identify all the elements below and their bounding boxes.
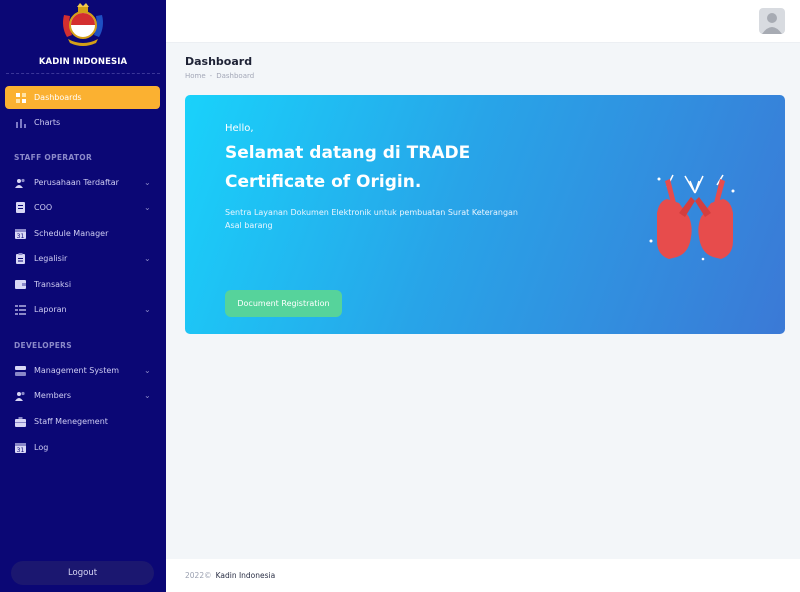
welcome-card: Hello, Selamat datang di TRADE Certifica… xyxy=(185,95,785,334)
sidebar-item-members[interactable]: Members ⌄ xyxy=(5,384,160,407)
brand: KADIN INDONESIA xyxy=(0,0,166,74)
section-title-developers: DEVELOPERS xyxy=(14,341,72,350)
chart-icon xyxy=(15,117,26,128)
calendar-icon: 31 xyxy=(15,228,26,239)
user-icon xyxy=(762,13,782,34)
sidebar-item-management-system[interactable]: Management System ⌄ xyxy=(5,359,160,382)
clipboard-icon xyxy=(15,253,26,264)
calendar-icon: 31 xyxy=(15,442,26,453)
briefcase-icon xyxy=(15,416,26,427)
sidebar-item-staff-menegement[interactable]: Staff Menegement xyxy=(5,410,160,433)
chevron-down-icon: ⌄ xyxy=(144,254,151,263)
sidebar-item-label: Perusahaan Terdaftar xyxy=(34,178,119,187)
sidebar-item-charts[interactable]: Charts xyxy=(5,111,160,134)
section-title-staff-operator: STAFF OPERATOR xyxy=(14,153,93,162)
brand-name: KADIN INDONESIA xyxy=(38,57,128,67)
breadcrumb: Home - Dashboard xyxy=(185,72,254,80)
sidebar-item-laporan[interactable]: Laporan ⌄ xyxy=(5,298,160,321)
sidebar-item-label: COO xyxy=(34,203,53,212)
chevron-down-icon: ⌄ xyxy=(144,391,151,400)
list-icon xyxy=(15,304,26,315)
sidebar-item-label: Charts xyxy=(34,118,61,127)
sidebar-item-label: Transaksi xyxy=(34,280,72,289)
avatar[interactable] xyxy=(759,8,785,34)
sidebar-item-dashboards[interactable]: Dashboards xyxy=(5,86,160,109)
dashboard-icon xyxy=(15,92,26,103)
page-title: Dashboard xyxy=(185,55,253,68)
server-icon xyxy=(15,365,26,376)
sidebar-item-schedule-manager[interactable]: 31 Schedule Manager xyxy=(5,222,160,245)
hero-headline-line2: Certificate of Origin. xyxy=(225,172,422,192)
chevron-down-icon: ⌄ xyxy=(144,366,151,375)
hero-headline: Selamat datang di TRADE Certificate of O… xyxy=(225,139,525,197)
hands-icon xyxy=(649,174,735,261)
sidebar-item-label: Laporan xyxy=(34,305,67,314)
breadcrumb-home[interactable]: Home xyxy=(185,72,206,80)
sidebar-item-log[interactable]: 31 Log xyxy=(5,436,160,459)
topbar xyxy=(166,0,800,43)
sidebar: KADIN INDONESIA Dashboards Charts STAFF … xyxy=(0,0,166,592)
sidebar-item-label: Log xyxy=(34,443,49,452)
sidebar-item-label: Members xyxy=(34,391,72,400)
svg-text:31: 31 xyxy=(17,447,25,453)
sidebar-item-label: Dashboards xyxy=(34,93,82,102)
sidebar-item-transaksi[interactable]: Transaksi xyxy=(5,273,160,296)
document-registration-button[interactable]: Document Registration xyxy=(225,290,342,317)
hero-greeting: Hello, xyxy=(225,123,254,134)
sidebar-item-label: Legalisir xyxy=(34,254,68,263)
sidebar-item-label: Schedule Manager xyxy=(34,229,109,238)
hero-headline-line1: Selamat datang di TRADE xyxy=(225,143,471,163)
document-icon xyxy=(15,202,26,213)
breadcrumb-separator: - xyxy=(209,72,213,80)
logout-button[interactable]: Logout xyxy=(11,561,154,585)
sidebar-item-label: Staff Menegement xyxy=(34,417,108,426)
sidebar-item-perusahaan-terdaftar[interactable]: Perusahaan Terdaftar ⌄ xyxy=(5,171,160,194)
brand-divider xyxy=(6,73,160,74)
footer: 2022© Kadin Indonesia xyxy=(166,559,800,592)
users-icon xyxy=(15,390,26,401)
chevron-down-icon: ⌄ xyxy=(144,305,151,314)
chevron-down-icon: ⌄ xyxy=(144,178,151,187)
footer-year: 2022© xyxy=(185,571,212,580)
wallet-icon xyxy=(15,279,26,290)
sidebar-item-coo[interactable]: COO ⌄ xyxy=(5,196,160,219)
breadcrumb-current: Dashboard xyxy=(216,72,255,80)
svg-text:31: 31 xyxy=(17,233,25,239)
footer-org-link[interactable]: Kadin Indonesia xyxy=(216,571,276,580)
kadin-logo[interactable] xyxy=(58,3,108,49)
users-icon xyxy=(15,177,26,188)
hero-description: Sentra Layanan Dokumen Elektronik untuk … xyxy=(225,208,518,230)
sidebar-item-label: Management System xyxy=(34,366,120,375)
chevron-down-icon: ⌄ xyxy=(144,203,151,212)
sidebar-item-legalisir[interactable]: Legalisir ⌄ xyxy=(5,247,160,270)
